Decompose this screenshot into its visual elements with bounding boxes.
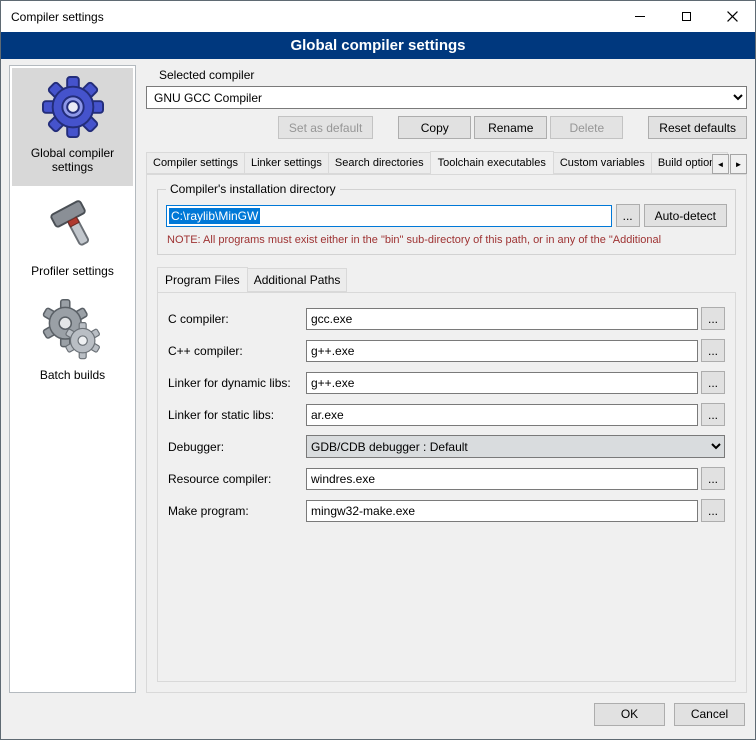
delete-button[interactable]: Delete <box>550 116 623 139</box>
c-compiler-browse-button[interactable]: ... <box>701 307 725 330</box>
install-dir-browse-button[interactable]: ... <box>616 204 640 227</box>
form-row-linker-static: Linker for static libs: ... <box>168 403 725 426</box>
resource-compiler-label: Resource compiler: <box>168 472 306 486</box>
maximize-icon <box>682 12 691 21</box>
installation-directory-row: C:\raylib\MinGW ... Auto-detect <box>166 204 727 227</box>
gray-gears-icon <box>42 298 104 360</box>
resource-compiler-browse-button[interactable]: ... <box>701 467 725 490</box>
banner-title: Global compiler settings <box>290 37 465 54</box>
program-files-panel: C compiler: ... C++ compiler: ... <box>157 292 736 682</box>
subtab-program-files[interactable]: Program Files <box>157 267 248 292</box>
minimize-button[interactable] <box>617 1 663 32</box>
form-row-linker-dynamic: Linker for dynamic libs: ... <box>168 371 725 394</box>
installation-directory-group: Compiler's installation directory C:\ray… <box>157 189 736 255</box>
debugger-dropdown[interactable]: GDB/CDB debugger : Default <box>306 435 725 458</box>
install-dir-input[interactable]: C:\raylib\MinGW <box>166 205 612 227</box>
sidebar-item-profiler-settings[interactable]: Profiler settings <box>12 186 133 290</box>
close-button[interactable] <box>709 1 755 32</box>
tab-custom-variables[interactable]: Custom variables <box>553 152 652 174</box>
form-row-debugger: Debugger: GDB/CDB debugger : Default <box>168 435 725 458</box>
selected-compiler-label: Selected compiler <box>159 68 747 82</box>
tab-scroll-buttons: ◄ ► <box>712 154 747 174</box>
tab-scroll-right-icon[interactable]: ► <box>730 154 747 174</box>
reset-defaults-button[interactable]: Reset defaults <box>648 116 747 139</box>
install-dir-value: C:\raylib\MinGW <box>169 208 260 224</box>
cpp-compiler-browse-button[interactable]: ... <box>701 339 725 362</box>
sidebar-item-label: Batch builds <box>40 368 105 382</box>
ok-button[interactable]: OK <box>594 703 665 726</box>
set-as-default-button[interactable]: Set as default <box>278 116 373 139</box>
compiler-settings-dialog: Compiler settings Global compiler settin… <box>0 0 756 740</box>
sub-tab-strip: Program Files Additional Paths <box>157 267 736 292</box>
cpp-compiler-label: C++ compiler: <box>168 344 306 358</box>
make-program-label: Make program: <box>168 504 306 518</box>
form-row-make-program: Make program: ... <box>168 499 725 522</box>
subtab-additional-paths[interactable]: Additional Paths <box>247 268 348 292</box>
linker-static-input[interactable] <box>306 404 698 426</box>
sub-tabs: Program Files Additional Paths <box>157 267 736 292</box>
sidebar-item-label: Profiler settings <box>31 264 114 278</box>
selected-compiler-dropdown[interactable]: GNU GCC Compiler <box>146 86 747 109</box>
resource-compiler-input[interactable] <box>306 468 698 490</box>
main-tab-strip: Compiler settings Linker settings Search… <box>146 151 747 174</box>
make-program-input[interactable] <box>306 500 698 522</box>
minimize-icon <box>635 16 645 17</box>
installation-directory-title: Compiler's installation directory <box>166 182 340 196</box>
c-compiler-label: C compiler: <box>168 312 306 326</box>
tab-search-directories[interactable]: Search directories <box>328 152 431 174</box>
form-row-cpp-compiler: C++ compiler: ... <box>168 339 725 362</box>
cancel-button[interactable]: Cancel <box>674 703 745 726</box>
linker-static-label: Linker for static libs: <box>168 408 306 422</box>
form-row-resource-compiler: Resource compiler: ... <box>168 467 725 490</box>
c-compiler-input[interactable] <box>306 308 698 330</box>
main-panel: Selected compiler GNU GCC Compiler Set a… <box>146 65 747 693</box>
make-program-browse-button[interactable]: ... <box>701 499 725 522</box>
linker-dynamic-label: Linker for dynamic libs: <box>168 376 306 390</box>
blue-gear-icon <box>42 76 104 138</box>
maximize-button[interactable] <box>663 1 709 32</box>
cpp-compiler-input[interactable] <box>306 340 698 362</box>
rename-button[interactable]: Rename <box>474 116 547 139</box>
form-row-c-compiler: C compiler: ... <box>168 307 725 330</box>
sidebar-item-global-compiler-settings[interactable]: Global compiler settings <box>12 68 133 186</box>
debugger-label: Debugger: <box>168 440 306 454</box>
tab-toolchain-executables[interactable]: Toolchain executables <box>430 151 554 174</box>
linker-static-browse-button[interactable]: ... <box>701 403 725 426</box>
tab-compiler-settings[interactable]: Compiler settings <box>146 152 245 174</box>
sidebar-item-batch-builds[interactable]: Batch builds <box>12 290 133 394</box>
linker-dynamic-browse-button[interactable]: ... <box>701 371 725 394</box>
auto-detect-button[interactable]: Auto-detect <box>644 204 727 227</box>
tab-linker-settings[interactable]: Linker settings <box>244 152 329 174</box>
sidebar-item-label: Global compiler settings <box>16 146 129 174</box>
window-controls <box>617 1 755 32</box>
copy-button[interactable]: Copy <box>398 116 471 139</box>
dialog-content: Global compiler settings Profiler settin… <box>1 59 755 695</box>
dialog-footer: OK Cancel <box>1 695 755 739</box>
profiler-tool-icon <box>42 194 104 256</box>
settings-sidebar: Global compiler settings Profiler settin… <box>9 65 136 693</box>
main-tabs: Compiler settings Linker settings Search… <box>146 151 747 174</box>
toolchain-executables-panel: Compiler's installation directory C:\ray… <box>146 174 747 693</box>
tab-scroll-left-icon[interactable]: ◄ <box>712 154 729 174</box>
dialog-banner: Global compiler settings <box>1 32 755 59</box>
titlebar: Compiler settings <box>1 1 755 32</box>
compiler-actions: Set as default Copy Rename Delete Reset … <box>146 116 747 139</box>
close-icon <box>727 11 738 22</box>
programs-note: NOTE: All programs must exist either in … <box>167 234 727 246</box>
linker-dynamic-input[interactable] <box>306 372 698 394</box>
window-title: Compiler settings <box>1 10 617 24</box>
